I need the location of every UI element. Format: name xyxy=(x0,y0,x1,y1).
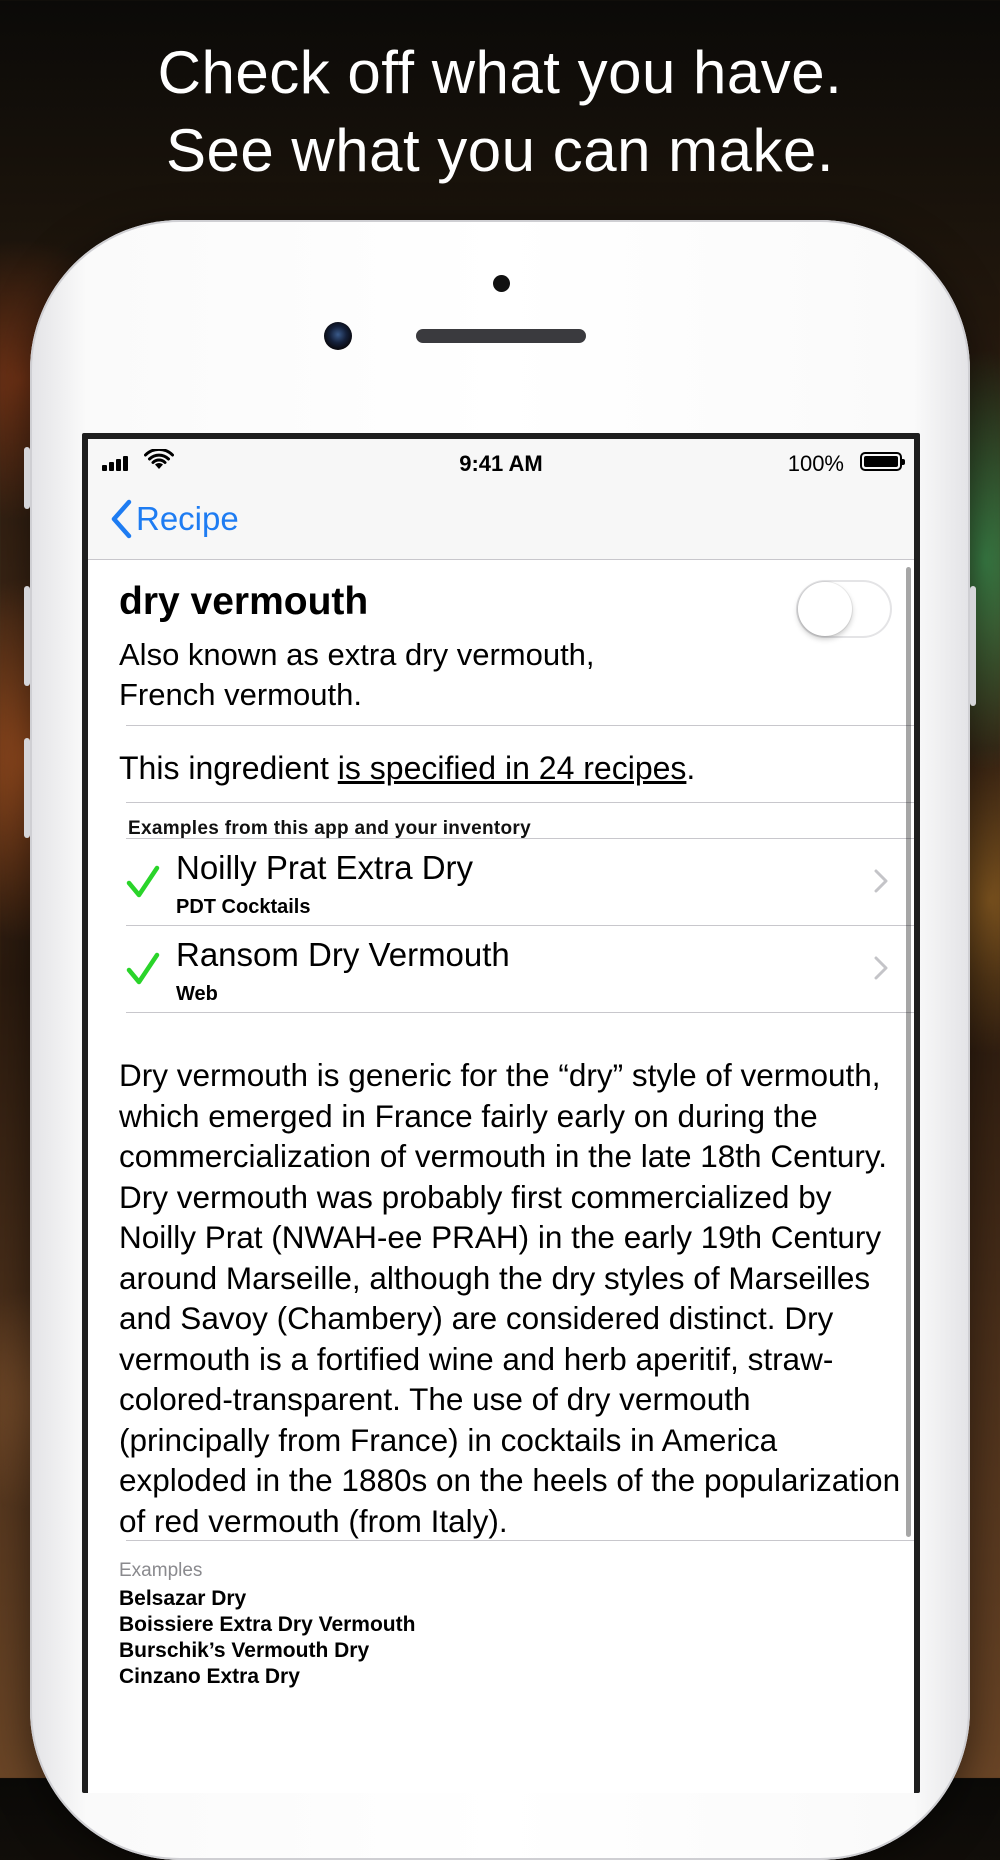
aka-line-1: Also known as extra dry vermouth, xyxy=(119,637,595,672)
back-button[interactable]: Recipe xyxy=(110,499,239,539)
volume-down-button xyxy=(24,738,30,838)
example-item: Belsazar Dry xyxy=(119,1587,247,1610)
scrollbar[interactable] xyxy=(906,567,911,1537)
battery-icon xyxy=(860,452,905,471)
back-button-label: Recipe xyxy=(136,500,239,537)
ingredient-description: Dry vermouth is generic for the “dry” st… xyxy=(119,1057,901,1539)
headline-line-1: Check off what you have. xyxy=(157,39,843,106)
navigation-bar: Recipe xyxy=(88,483,914,560)
example-row[interactable]: Ransom Dry Vermouth Web xyxy=(126,926,914,1012)
checkmark-icon xyxy=(126,865,160,898)
example-item: Burschik’s Vermouth Dry xyxy=(119,1639,370,1662)
recipe-count-prefix: This ingredient xyxy=(119,750,338,786)
separator xyxy=(126,725,914,726)
examples-label: Examples xyxy=(119,1560,203,1581)
recipe-count-link[interactable]: is specified in 24 recipes xyxy=(338,750,687,786)
separator xyxy=(126,1012,914,1013)
mute-switch xyxy=(24,447,30,509)
aka-line-2: French vermouth. xyxy=(119,677,362,712)
recipe-count-suffix: . xyxy=(686,750,696,786)
toggle-knob xyxy=(798,582,852,636)
chevron-right-icon xyxy=(874,956,888,980)
front-camera xyxy=(324,322,352,350)
examples-list: Belsazar Dry Boissiere Extra Dry Vermout… xyxy=(119,1586,415,1690)
example-item: Cinzano Extra Dry xyxy=(119,1665,300,1688)
checkmark-icon xyxy=(126,952,160,985)
phone-screen: 9:41 AM 100% Recipe dry vermouth Also kn… xyxy=(82,433,920,1793)
ingredient-title: dry vermouth xyxy=(119,580,369,623)
headline-line-2: See what you can make. xyxy=(165,117,835,184)
inventory-toggle[interactable] xyxy=(796,580,892,638)
aka-text: Also known as extra dry vermouth, French… xyxy=(119,635,679,715)
app-display: 9:41 AM 100% Recipe dry vermouth Also kn… xyxy=(88,439,914,1793)
example-name: Noilly Prat Extra Dry xyxy=(176,849,474,886)
separator xyxy=(126,1540,914,1541)
separator xyxy=(126,802,914,803)
example-name: Ransom Dry Vermouth xyxy=(176,936,510,973)
example-source: Web xyxy=(176,983,218,1005)
proximity-sensor xyxy=(493,275,510,292)
battery-percentage: 100% xyxy=(787,451,844,476)
status-bar: 9:41 AM 100% xyxy=(88,439,914,483)
earpiece-speaker xyxy=(416,329,586,343)
power-button xyxy=(970,586,976,706)
promo-headline: Check off what you have. See what you ca… xyxy=(0,34,1000,190)
recipe-count-text: This ingredient is specified in 24 recip… xyxy=(119,750,695,787)
chevron-left-icon xyxy=(111,499,132,539)
examples-section-header: Examples from this app and your inventor… xyxy=(128,818,531,839)
example-item: Boissiere Extra Dry Vermouth xyxy=(119,1613,416,1636)
volume-up-button xyxy=(24,586,30,686)
chevron-right-icon xyxy=(874,869,888,893)
example-source: PDT Cocktails xyxy=(176,896,311,918)
example-row[interactable]: Noilly Prat Extra Dry PDT Cocktails xyxy=(126,839,914,925)
